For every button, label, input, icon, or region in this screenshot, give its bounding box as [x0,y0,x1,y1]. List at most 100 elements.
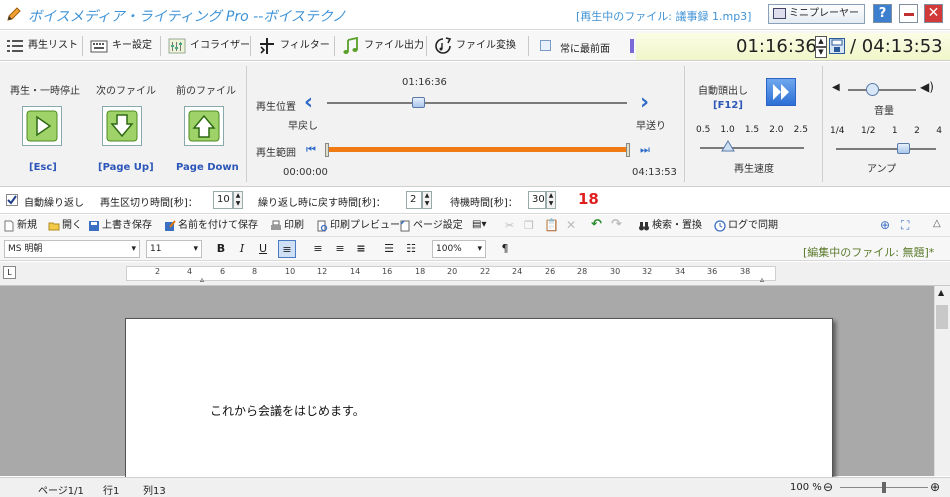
auto-repeat-label: 自動繰り返し [24,198,84,209]
file-convert-label: ファイル変換 [456,40,516,51]
range-end-handle[interactable] [626,143,630,157]
new-file-icon [4,220,14,232]
rewind-back-input[interactable]: 2 [406,191,422,209]
time-spin-down-button[interactable]: ▼ [815,47,827,58]
bold-button[interactable]: B [212,240,230,258]
ruler-number: 14 [350,267,361,276]
auto-head-button[interactable] [766,78,796,106]
copy-icon[interactable]: ❐ [524,219,534,232]
mini-player-button[interactable]: ミニプレーヤー [768,4,865,24]
range-end-time: 04:13:53 [632,167,677,178]
undo-icon[interactable]: ↶ [591,217,602,232]
binoculars-icon [639,222,649,231]
vertical-scroll-thumb[interactable] [936,305,948,329]
save-as-button[interactable]: 名前を付けて保存 [163,218,258,234]
forward-arrow-icon[interactable]: › [640,90,649,115]
redo-icon[interactable]: ↷ [611,217,622,232]
zoom-out-icon[interactable]: ⊖ [823,480,833,494]
scroll-up-icon[interactable]: ▲ [938,288,944,297]
cut-icon[interactable]: ✂ [505,219,514,232]
wait-time-input[interactable]: 30 [528,191,546,209]
segment-time-spinner[interactable]: ▲ ▼ [233,191,243,209]
play-key-hint: [Esc] [29,162,57,173]
filter-button[interactable]: フィルター [256,35,330,57]
align-left-button[interactable]: ≡ [278,240,296,258]
play-pause-button[interactable] [22,106,62,146]
print-preview-button[interactable]: 印刷プレビュー [315,218,400,234]
prev-file-button[interactable] [184,106,224,146]
key-settings-button[interactable]: キー設定 [88,35,152,57]
paste-icon[interactable]: 📋 [544,218,559,232]
ruler: L 2 4 6 8 10 12 14 16 18 20 22 24 26 28 30 32 34 36 38 ▵ ▵ [0,262,950,286]
numbered-list-button[interactable]: ☷ [402,240,420,258]
rewind-arrow-icon[interactable]: ‹ [304,90,313,115]
collapse-chevron-icon[interactable]: △ [933,218,941,229]
italic-button[interactable]: I [233,240,251,258]
chevron-down-icon: ▾ [193,244,198,254]
playlist-button[interactable]: 再生リスト [4,35,78,57]
file-convert-button[interactable]: ファイル変換 [432,35,516,57]
fit-window-icon[interactable]: ⛶ [901,218,909,233]
page-setup-label: ページ設定 [413,220,463,231]
amp-tick: 1/2 [860,126,876,136]
wait-time-spinner[interactable]: ▲ ▼ [546,191,556,209]
help-button[interactable]: ? [873,4,892,23]
speed-slider-track[interactable] [700,147,804,149]
speed-tick: 0.5 [696,125,711,135]
repeat-counter: 18 [578,190,599,208]
document-page[interactable] [125,318,833,478]
volume-slider-track[interactable] [848,89,916,91]
delete-icon[interactable]: ✕ [566,218,576,232]
save-button[interactable]: 上書き保存 [87,218,152,234]
zoom-in-icon[interactable]: ⊕ [930,480,940,494]
arrow-up-icon [188,110,220,142]
page-setup-button[interactable]: ページ設定 [398,218,463,234]
mini-player-label: ミニプレーヤー [789,8,859,19]
align-center-button[interactable]: ≡ [309,240,327,258]
bullet-list-button[interactable]: ☰ [380,240,398,258]
print-button[interactable]: 印刷 [269,218,304,234]
speed-slider-thumb[interactable] [721,140,735,152]
total-time: / 04:13:53 [850,36,943,57]
font-name-select[interactable]: MS 明朝 ▾ [4,240,140,258]
always-on-top-checkbox[interactable] [540,40,551,51]
new-file-button[interactable]: 新規 [2,218,37,234]
document-text[interactable]: これから会議をはじめます。 [210,402,365,419]
position-slider-track[interactable] [327,102,627,104]
file-output-button[interactable]: ファイル出力 [340,35,424,57]
justify-button[interactable]: ≡ [352,240,370,258]
left-indent-marker[interactable]: ▵ [200,275,204,284]
segment-time-input[interactable]: 10 [213,191,233,209]
position-slider-thumb[interactable] [411,97,425,108]
forward-label: 早送り [636,121,666,132]
style-dropdown-button[interactable]: ▤▾ [472,219,494,233]
crosshair-icon[interactable]: ⊕ [880,218,890,232]
filter-label: フィルター [280,40,330,51]
show-paragraph-marks-button[interactable]: ¶ [496,240,514,258]
underline-button[interactable]: U [254,240,272,258]
tab-stop-selector[interactable]: L [3,266,16,279]
equalizer-button[interactable]: イコライザー [166,35,250,57]
ruler-number: 28 [577,267,588,276]
amp-slider-thumb[interactable] [897,143,910,154]
range-end-icon[interactable]: ⏭ [640,143,650,157]
minimize-button[interactable] [899,4,918,23]
save-position-button[interactable] [829,38,845,54]
zoom-select[interactable]: 100% ▾ [432,240,486,258]
time-spin-up-button[interactable]: ▲ [815,36,827,47]
range-start-icon[interactable]: ⏮ [306,143,316,157]
amp-slider-track[interactable] [836,148,936,150]
auto-repeat-checkbox[interactable] [6,194,18,206]
save-label: 上書き保存 [102,220,152,231]
right-indent-marker[interactable]: ▵ [760,275,764,284]
search-replace-button[interactable]: 検索・置換 [637,218,702,234]
align-right-button[interactable]: ≡ [331,240,349,258]
close-button[interactable]: ✕ [924,4,943,23]
column-indicator: 列13 [143,486,166,497]
zoom-slider-thumb[interactable] [882,482,886,493]
open-button[interactable]: 開く [47,218,82,234]
rewind-back-spinner[interactable]: ▲ ▼ [422,191,432,209]
log-sync-button[interactable]: ログで同期 [713,218,778,234]
font-size-select[interactable]: 11 ▾ [146,240,202,258]
next-file-button[interactable] [102,106,142,146]
